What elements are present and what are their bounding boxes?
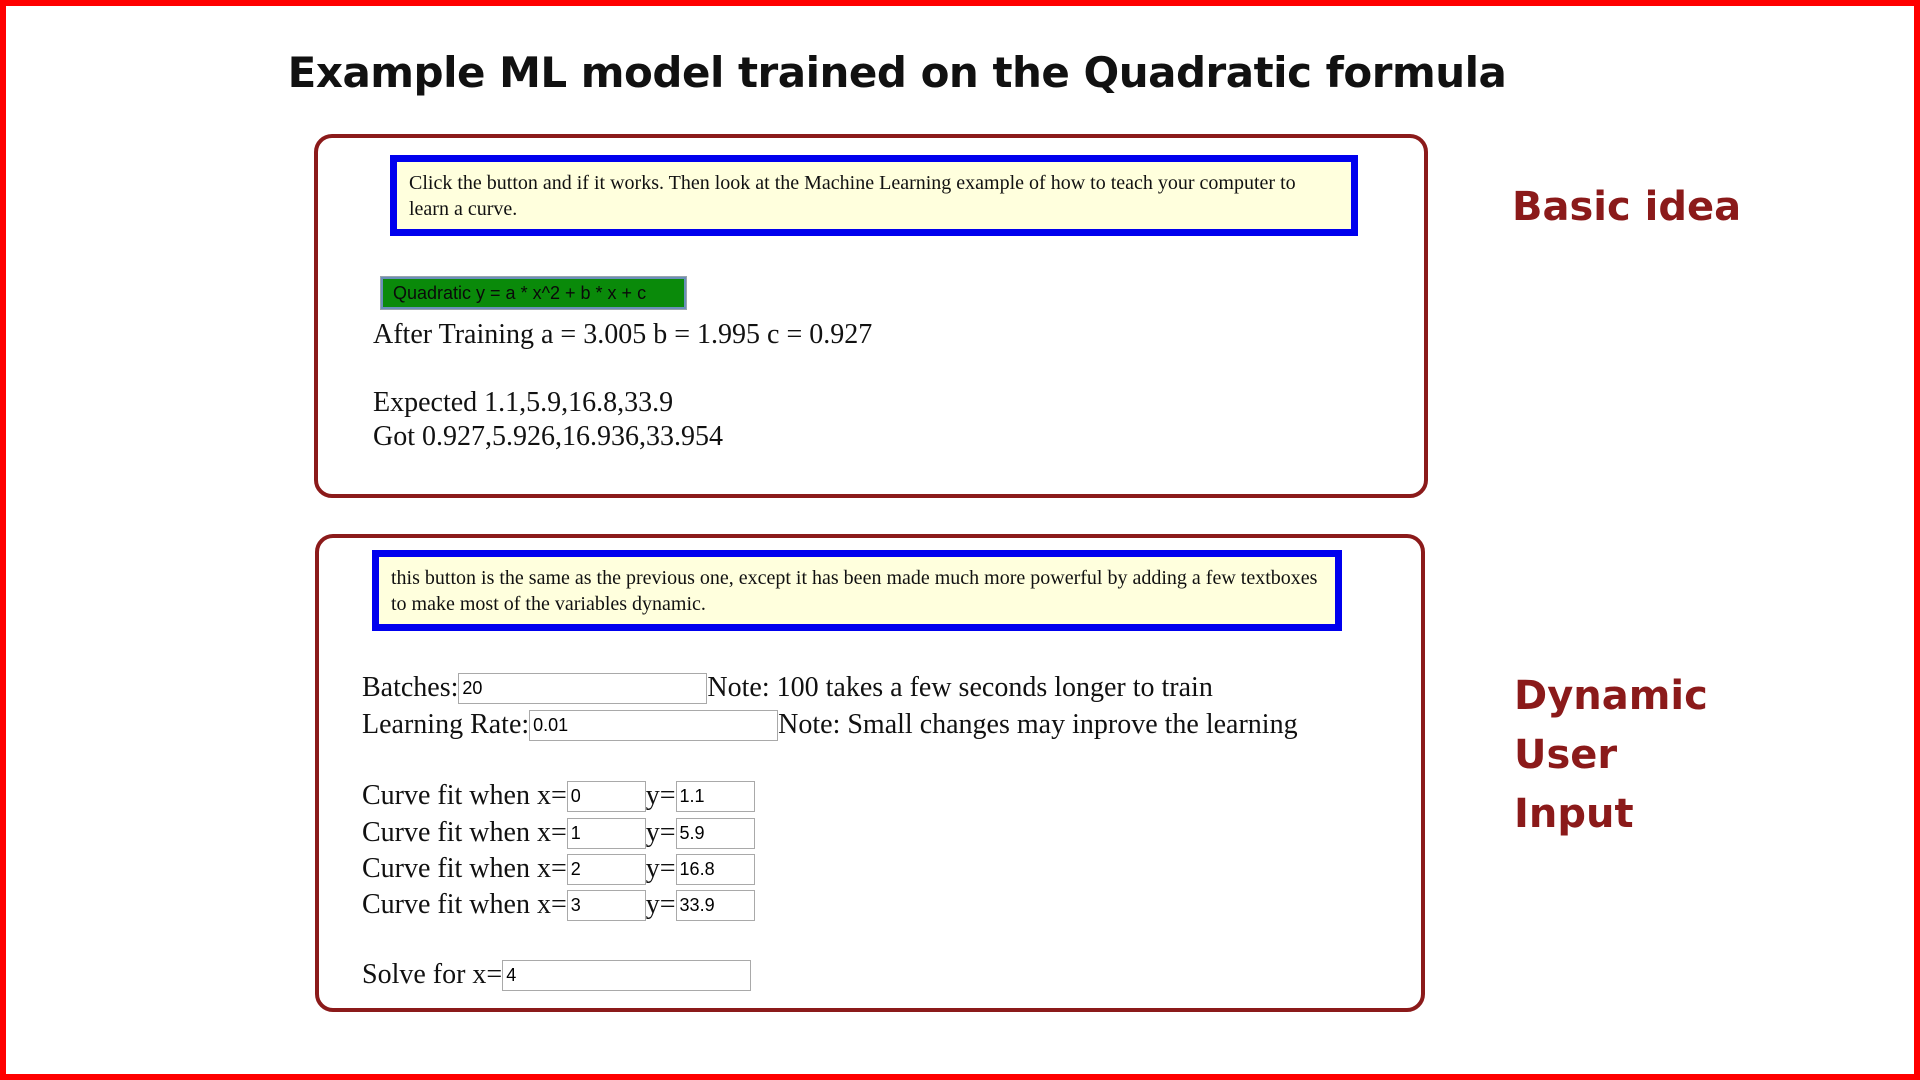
got-values-text: Got 0.927,5.926,16.936,33.954 bbox=[373, 421, 723, 452]
curve-point-row: Curve fit when x= y= bbox=[362, 888, 755, 922]
curve-x-label: Curve fit when x= bbox=[362, 817, 567, 848]
training-result-text: After Training a = 3.005 b = 1.995 c = 0… bbox=[373, 319, 873, 350]
curve-y-input[interactable] bbox=[675, 817, 755, 849]
learning-rate-label: Learning Rate: bbox=[362, 709, 530, 740]
curve-x-input[interactable] bbox=[566, 780, 646, 812]
dynamic-user-input-label: Dynamic User Input bbox=[1514, 667, 1708, 844]
curve-x-input[interactable] bbox=[566, 889, 646, 921]
curve-y-label: y= bbox=[645, 853, 676, 884]
expected-values-text: Expected 1.1,5.9,16.8,33.9 bbox=[373, 387, 674, 418]
curve-y-input[interactable] bbox=[675, 853, 755, 885]
curve-y-input[interactable] bbox=[675, 889, 755, 921]
curve-point-row: Curve fit when x= y= bbox=[362, 816, 755, 850]
batches-row: Batches: Note: 100 takes a few seconds l… bbox=[362, 671, 1213, 705]
batches-input[interactable] bbox=[458, 672, 708, 704]
learning-rate-row: Learning Rate: Note: Small changes may i… bbox=[362, 708, 1298, 742]
solve-x-input[interactable] bbox=[502, 959, 752, 991]
dynamic-input-panel: this button is the same as the previous … bbox=[315, 534, 1425, 1012]
batches-label: Batches: bbox=[362, 672, 459, 703]
side-label-line: Dynamic bbox=[1514, 673, 1708, 719]
page-title: Example ML model trained on the Quadrati… bbox=[287, 48, 1507, 97]
curve-point-row: Curve fit when x= y= bbox=[362, 852, 755, 886]
curve-x-label: Curve fit when x= bbox=[362, 780, 567, 811]
basic-idea-panel: Click the button and if it works. Then l… bbox=[314, 134, 1428, 498]
solve-row: Solve for x= bbox=[362, 958, 752, 992]
curve-x-label: Curve fit when x= bbox=[362, 853, 567, 884]
curve-x-input[interactable] bbox=[566, 817, 646, 849]
curve-x-label: Curve fit when x= bbox=[362, 889, 567, 920]
curve-x-input[interactable] bbox=[566, 853, 646, 885]
side-label-line: User bbox=[1514, 732, 1618, 778]
side-label-line: Input bbox=[1514, 791, 1634, 837]
learning-rate-input[interactable] bbox=[529, 709, 779, 741]
curve-point-row: Curve fit when x= y= bbox=[362, 779, 755, 813]
curve-y-label: y= bbox=[645, 889, 676, 920]
learning-rate-note: Note: Small changes may inprove the lear… bbox=[778, 709, 1298, 740]
curve-y-input[interactable] bbox=[675, 780, 755, 812]
batches-note: Note: 100 takes a few seconds longer to … bbox=[707, 672, 1213, 703]
quadratic-train-button[interactable]: Quadratic y = a * x^2 + b * x + c bbox=[380, 276, 687, 310]
basic-instructions-note: Click the button and if it works. Then l… bbox=[390, 155, 1358, 236]
curve-y-label: y= bbox=[645, 780, 676, 811]
solve-label: Solve for x= bbox=[362, 959, 503, 990]
basic-idea-label: Basic idea bbox=[1512, 184, 1742, 230]
dynamic-instructions-note: this button is the same as the previous … bbox=[372, 550, 1342, 631]
curve-y-label: y= bbox=[645, 817, 676, 848]
